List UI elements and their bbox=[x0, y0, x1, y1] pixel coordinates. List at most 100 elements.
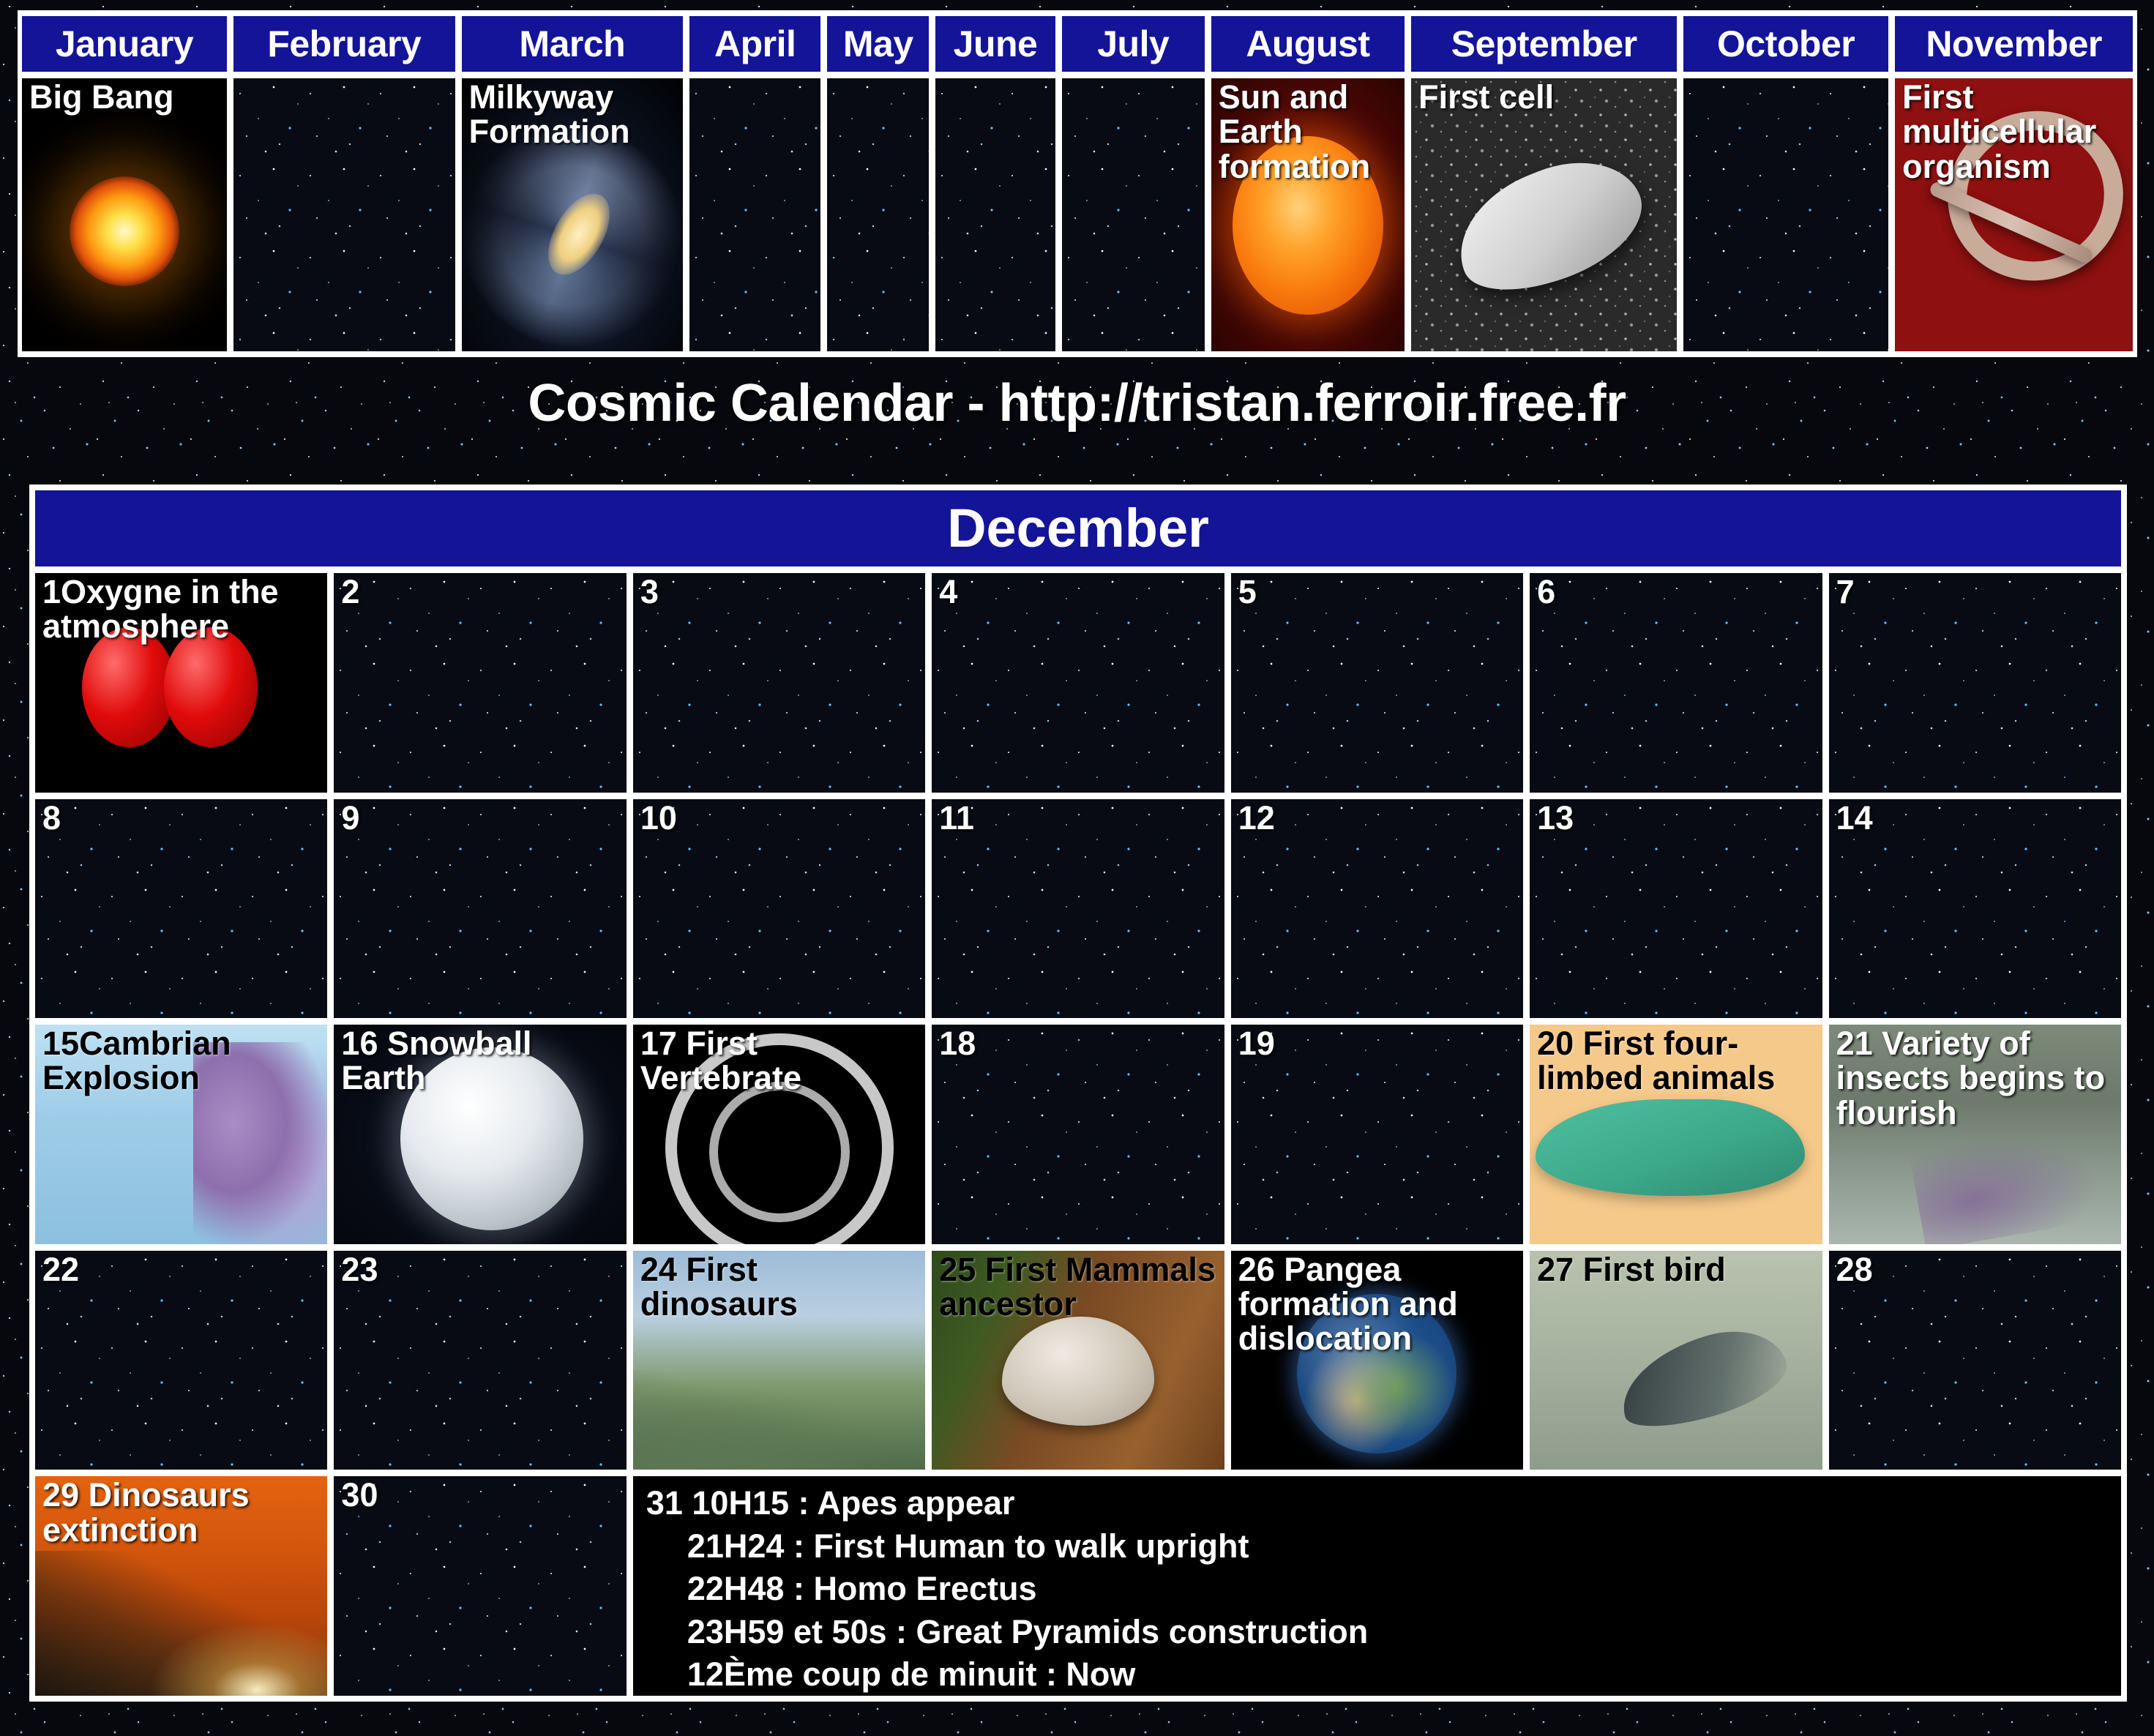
december-header: December bbox=[35, 490, 2121, 566]
day-number-26: 26 bbox=[1238, 1250, 1275, 1288]
day-31-event-line-3: 22H48 : Homo Erectus bbox=[687, 1570, 1037, 1608]
month-column-may: May bbox=[827, 16, 930, 351]
december-day-16[interactable]: 16 Snowball Earth bbox=[334, 1025, 627, 1244]
day-label-26: 26 Pangea formation and dislocation bbox=[1238, 1252, 1519, 1356]
month-cell-january[interactable]: Big Bang bbox=[22, 78, 228, 351]
month-column-february: February bbox=[233, 16, 455, 351]
december-day-6[interactable]: 6 bbox=[1530, 573, 1822, 793]
day-label-1: 1Oxygne in the atmosphere bbox=[42, 575, 323, 644]
december-day-10[interactable]: 10 bbox=[632, 798, 926, 1019]
month-cell-may[interactable] bbox=[827, 78, 930, 351]
december-day-31[interactable]: 31 10H15 : Apes appear 21H24 : First Huma… bbox=[632, 1476, 2121, 1696]
month-header-october[interactable]: October bbox=[1683, 16, 1889, 72]
month-header-february[interactable]: February bbox=[233, 16, 455, 72]
day-number-8: 8 bbox=[42, 798, 61, 837]
day-label-19: 19 bbox=[1238, 1026, 1519, 1060]
month-cell-october[interactable] bbox=[1683, 78, 1889, 351]
month-cell-november[interactable]: First multicellular organism bbox=[1895, 78, 2134, 351]
day-number-24: 24 bbox=[640, 1250, 677, 1288]
month-column-june: June bbox=[935, 16, 1055, 351]
day-number-19: 19 bbox=[1238, 1025, 1275, 1063]
december-day-14[interactable]: 14 bbox=[1828, 798, 2121, 1019]
day-label-21: 21 Variety of insects begins to flourish bbox=[1836, 1026, 2117, 1130]
month-cell-july[interactable] bbox=[1061, 78, 1205, 351]
month-cell-march[interactable]: Milkyway Formation bbox=[461, 78, 684, 351]
december-day-29[interactable]: 29 Dinosaurs extinction bbox=[35, 1476, 328, 1696]
day-number-5: 5 bbox=[1238, 573, 1257, 610]
month-cell-april[interactable] bbox=[689, 78, 821, 351]
month-header-november[interactable]: November bbox=[1895, 16, 2134, 72]
month-cell-june[interactable] bbox=[935, 78, 1055, 351]
december-day-15[interactable]: 15Cambrian Explosion bbox=[35, 1025, 328, 1244]
month-caption-november: First multicellular organism bbox=[1902, 78, 2097, 185]
day-number-13: 13 bbox=[1537, 798, 1574, 837]
month-header-july[interactable]: July bbox=[1061, 16, 1205, 72]
month-caption-september: First cell bbox=[1418, 78, 1555, 116]
day-label-2: 2 bbox=[341, 575, 621, 609]
day-31-event-line-2: 21H24 : First Human to walk upright bbox=[687, 1527, 1249, 1565]
december-day-11[interactable]: 11 bbox=[932, 798, 1224, 1019]
day-caption-1: Oxygne in the atmosphere bbox=[42, 573, 279, 646]
december-day-27[interactable]: 27 First bird bbox=[1530, 1250, 1822, 1470]
month-header-april[interactable]: April bbox=[689, 16, 821, 72]
bigbang-illustration bbox=[22, 78, 228, 351]
december-day-8[interactable]: 8 bbox=[35, 798, 328, 1019]
day-number-10: 10 bbox=[640, 798, 677, 837]
month-header-march[interactable]: March bbox=[461, 16, 684, 72]
december-day-26[interactable]: 26 Pangea formation and dislocation bbox=[1230, 1250, 1524, 1470]
day-31-event-line-5: 12Ème coup de minuit : Now bbox=[687, 1655, 1136, 1694]
day-label-16: 16 Snowball Earth bbox=[341, 1026, 621, 1096]
month-cell-september[interactable]: First cell bbox=[1411, 78, 1678, 351]
december-day-2[interactable]: 2 bbox=[334, 573, 627, 793]
december-day-28[interactable]: 28 bbox=[1828, 1250, 2121, 1470]
december-panel: December 1Oxygne in the atmosphere 2 3 4 5 6 7… bbox=[29, 484, 2127, 1702]
month-caption-january: Big Bang bbox=[29, 78, 174, 116]
december-day-3[interactable]: 3 bbox=[632, 573, 926, 793]
day-number-2: 2 bbox=[341, 573, 360, 610]
december-day-19[interactable]: 19 bbox=[1230, 1025, 1524, 1244]
month-header-august[interactable]: August bbox=[1211, 16, 1405, 72]
month-caption-march: Milkyway Formation bbox=[468, 78, 630, 151]
december-day-17[interactable]: 17 First Vertebrate bbox=[632, 1025, 926, 1244]
day-label-23: 23 bbox=[341, 1252, 621, 1287]
december-day-12[interactable]: 12 bbox=[1230, 798, 1524, 1019]
december-day-25[interactable]: 25 First Mammals ancestor bbox=[932, 1250, 1224, 1470]
month-column-april: April bbox=[689, 16, 821, 351]
month-header-september[interactable]: September bbox=[1411, 16, 1678, 72]
day-number-7: 7 bbox=[1836, 573, 1855, 610]
day-number-22: 22 bbox=[42, 1250, 80, 1288]
december-day-23[interactable]: 23 bbox=[334, 1250, 627, 1470]
december-day-22[interactable]: 22 bbox=[35, 1250, 328, 1470]
december-day-13[interactable]: 13 bbox=[1530, 798, 1822, 1019]
month-header-may[interactable]: May bbox=[827, 16, 930, 72]
december-day-24[interactable]: 24 First dinosaurs bbox=[632, 1250, 926, 1470]
december-day-18[interactable]: 18 bbox=[932, 1025, 1224, 1244]
month-header-june[interactable]: June bbox=[935, 16, 1055, 72]
december-day-20[interactable]: 20 First four-limbed animals bbox=[1530, 1025, 1822, 1244]
day-label-13: 13 bbox=[1537, 798, 1817, 837]
december-day-4[interactable]: 4 bbox=[932, 573, 1224, 793]
month-cell-february[interactable] bbox=[233, 78, 455, 351]
december-day-5[interactable]: 5 bbox=[1230, 573, 1524, 793]
month-cell-august[interactable]: Sun and Earth formation bbox=[1211, 78, 1405, 351]
day-31-event-line-4: 23H59 et 50s : Great Pyramids constructi… bbox=[687, 1612, 1369, 1650]
month-header-january[interactable]: January bbox=[22, 16, 228, 72]
december-day-30[interactable]: 30 bbox=[334, 1476, 627, 1696]
day-caption-27: First bird bbox=[1574, 1250, 1726, 1288]
day-label-9: 9 bbox=[341, 798, 621, 837]
month-caption-august: Sun and Earth formation bbox=[1218, 78, 1371, 185]
day-number-3: 3 bbox=[640, 573, 659, 610]
day-number-20: 20 bbox=[1537, 1025, 1574, 1063]
december-day-9[interactable]: 9 bbox=[334, 798, 627, 1019]
day-label-4: 4 bbox=[939, 575, 1219, 609]
months-panel: January Big Bang February March Milkyway For… bbox=[18, 10, 2137, 357]
cell-illustration bbox=[1411, 78, 1678, 351]
day-label-15: 15Cambrian Explosion bbox=[42, 1026, 323, 1096]
day-number-9: 9 bbox=[341, 798, 360, 837]
day-label-3: 3 bbox=[640, 575, 921, 609]
day-label-7: 7 bbox=[1836, 575, 2117, 609]
december-day-1[interactable]: 1Oxygne in the atmosphere bbox=[35, 573, 328, 793]
december-day-21[interactable]: 21 Variety of insects begins to flourish bbox=[1828, 1025, 2121, 1244]
day-label-5: 5 bbox=[1238, 575, 1519, 609]
december-day-7[interactable]: 7 bbox=[1828, 573, 2121, 793]
